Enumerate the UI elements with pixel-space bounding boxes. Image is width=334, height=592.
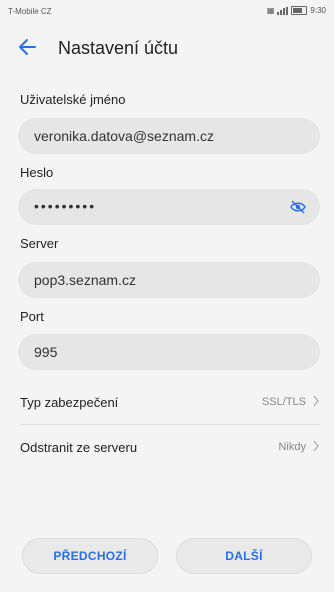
previous-button[interactable]: PŘEDCHOZÍ: [22, 538, 158, 574]
status-bar: T-Mobile CZ ▦ 9:30: [0, 0, 334, 22]
username-label: Uživatelské jméno: [20, 92, 126, 107]
status-icons: ▦ 9:30: [267, 6, 326, 15]
clock: 9:30: [310, 6, 326, 15]
page-title: Nastavení účtu: [58, 38, 179, 58]
security-type-value: SSL/TLS: [261, 396, 306, 408]
port-value: 995: [34, 344, 58, 360]
password-label: Heslo: [20, 165, 54, 180]
security-type-row[interactable]: Typ zabezpečení SSL/TLS: [0, 383, 334, 423]
app-bar: Nastavení účtu: [0, 30, 334, 66]
port-label: Port: [20, 309, 44, 324]
password-value: •••••••••: [34, 198, 97, 214]
username-value: veronika.datova@seznam.cz: [34, 128, 214, 144]
carrier-name: T-Mobile CZ: [8, 7, 52, 16]
eye-off-icon[interactable]: [290, 200, 306, 214]
password-field[interactable]: •••••••••: [18, 189, 320, 225]
divider: [20, 424, 320, 425]
username-field[interactable]: veronika.datova@seznam.cz: [18, 118, 320, 154]
server-value: pop3.seznam.cz: [34, 272, 136, 288]
delete-from-server-row[interactable]: Odstranit ze serveru Nikdy: [0, 428, 334, 468]
delete-from-server-label: Odstranit ze serveru: [20, 440, 138, 455]
server-field[interactable]: pop3.seznam.cz: [18, 262, 320, 298]
arrow-left-icon[interactable]: [16, 36, 38, 58]
security-type-label: Typ zabezpečení: [20, 395, 119, 410]
chevron-right-icon: [313, 440, 319, 452]
chevron-right-icon: [313, 395, 319, 407]
server-label: Server: [20, 236, 59, 251]
battery-icon: [291, 6, 308, 15]
next-button[interactable]: DALŠÍ: [176, 538, 312, 574]
nfc-icon: ▦: [266, 6, 275, 15]
port-field[interactable]: 995: [18, 334, 320, 370]
delete-from-server-value: Nikdy: [278, 441, 306, 453]
signal-icon: [277, 6, 289, 15]
